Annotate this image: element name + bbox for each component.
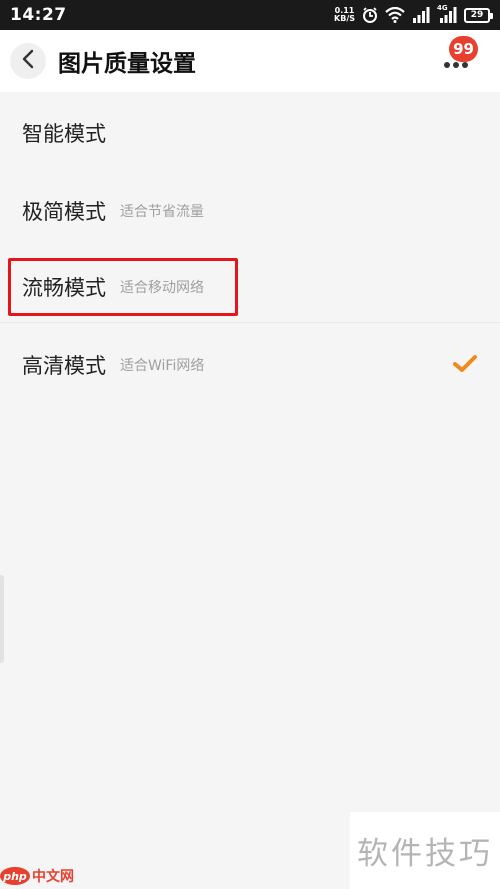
option-minimal-mode[interactable]: 极简模式 适合节省流量: [0, 172, 500, 250]
network-speed: 0.11 KB/S: [334, 7, 355, 23]
signal-4g-icon: 4G: [437, 4, 457, 23]
watermark: 软件技巧: [350, 812, 500, 889]
checkmark-icon: [452, 354, 478, 378]
notification-badge: 99: [449, 36, 478, 62]
chevron-left-icon: [21, 49, 35, 73]
status-bar: 14:27 0.11 KB/S 4G 29: [0, 0, 500, 30]
signal-icon: [412, 7, 430, 23]
app-header: 图片质量设置 99: [0, 30, 500, 92]
battery-level: 29: [470, 10, 484, 20]
battery-icon: 29: [464, 7, 493, 23]
divider: [0, 322, 500, 323]
highlight-box: [8, 258, 238, 316]
watermark-text: 软件技巧: [357, 836, 493, 872]
edge-handle[interactable]: [0, 575, 4, 663]
alarm-icon: [362, 7, 378, 23]
wifi-icon: [385, 7, 405, 23]
more-icon: [444, 62, 468, 68]
option-description: 适合节省流量: [120, 204, 204, 220]
page-title: 图片质量设置: [58, 51, 196, 77]
status-icons: 0.11 KB/S 4G 29: [334, 4, 493, 23]
network-type-label: 4G: [437, 4, 448, 12]
php-logo-text: 中文网: [32, 869, 74, 885]
option-label: 极简模式: [22, 200, 106, 224]
status-time: 14:27: [10, 5, 67, 25]
php-logo-mark: php: [0, 867, 30, 885]
php-cn-logo: php 中文网: [0, 866, 74, 886]
message-button[interactable]: 99: [438, 36, 478, 76]
option-hd-mode[interactable]: 高清模式 适合WiFi网络: [0, 326, 500, 404]
option-description: 适合WiFi网络: [120, 358, 205, 374]
option-smart-mode[interactable]: 智能模式: [0, 94, 500, 172]
option-label: 高清模式: [22, 354, 106, 378]
option-label: 智能模式: [22, 122, 106, 146]
back-button[interactable]: [10, 43, 46, 79]
network-speed-unit: KB/S: [334, 14, 355, 23]
